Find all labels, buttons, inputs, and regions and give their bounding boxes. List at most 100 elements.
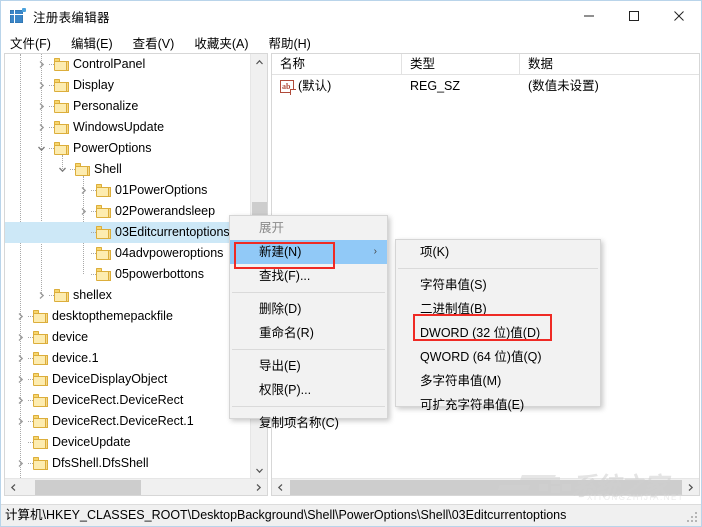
tree-item[interactable]: DfsShell.DfsShell [5,453,251,474]
scroll-down-icon[interactable] [251,462,267,479]
tree-item-label: WindowsUpdate [73,120,165,134]
tree-item[interactable]: device.1 [5,348,251,369]
column-header-type[interactable]: 类型 [402,54,520,74]
context-menu-item[interactable]: 导出(E) [230,354,387,378]
chevron-right-icon[interactable] [76,180,90,201]
folder-icon [96,184,111,197]
tree-item-label: 04advpoweroptions [115,246,224,260]
minimize-button[interactable] [566,1,611,31]
chevron-right-icon[interactable] [13,327,27,348]
submenu-item[interactable]: 多字符串值(M) [396,369,600,393]
folder-icon [54,79,69,92]
chevron-right-icon[interactable] [13,390,27,411]
folder-icon [33,331,48,344]
value-data: (数值未设置) [528,79,599,93]
submenu-item[interactable]: 二进制值(B) [396,297,600,321]
chevron-right-icon[interactable] [34,285,48,306]
chevron-right-icon[interactable] [34,96,48,117]
scroll-right-icon[interactable] [250,479,267,495]
column-header-data[interactable]: 数据 [520,54,699,74]
chevron-right-icon[interactable] [13,411,27,432]
submenu-item[interactable]: QWORD (64 位)值(Q) [396,345,600,369]
folder-icon [54,289,69,302]
context-menu[interactable]: 展开 新建(N) › 查找(F)... 删除(D) 重命名(R) 导出(E) 权限(P)...… [229,215,388,430]
menu-edit[interactable]: 编辑(E) [71,33,113,52]
menu-favorites[interactable]: 收藏夹(A) [194,33,248,52]
registry-path: 计算机\HKEY_CLASSES_ROOT\DesktopBackground\… [5,508,567,522]
tree-item[interactable]: DeviceRect.DeviceRect [5,390,251,411]
context-menu-item[interactable]: 权限(P)... [230,378,387,402]
tree-item-label: DfsShell.DfsShell [52,456,149,470]
resize-grip[interactable] [687,512,699,524]
chevron-right-icon[interactable] [13,369,27,390]
folder-icon [54,58,69,71]
context-menu-item[interactable]: 查找(F)... [230,264,387,288]
tree-item[interactable]: ControlPanel [5,54,251,75]
context-menu-item[interactable]: 新建(N) › [230,240,387,264]
maximize-button[interactable] [611,1,656,31]
tree-item[interactable]: 05powerbottons [5,264,251,285]
registry-tree[interactable]: ControlPanel Display Personalize WindowsUpd… [5,54,251,479]
menu-view[interactable]: 查看(V) [133,33,175,52]
tree-item-label: PowerOptions [73,141,152,155]
menu-bar: 文件(F) 编辑(E) 查看(V) 收藏夹(A) 帮助(H) [1,31,701,53]
context-menu-item-label: 查找(F)... [259,269,311,283]
close-button[interactable] [656,1,701,31]
folder-icon [96,226,111,239]
chevron-right-icon[interactable] [13,348,27,369]
column-header-name[interactable]: 名称 [272,54,402,74]
tree-item[interactable]: 04advpoweroptions [5,243,251,264]
tree-item[interactable]: Personalize [5,96,251,117]
tree-item-label: device.1 [52,351,99,365]
tree-horizontal-scrollbar[interactable] [5,478,267,495]
chevron-right-icon[interactable] [34,54,48,75]
scroll-up-icon[interactable] [251,54,267,71]
tree-item[interactable]: 03Editcurrentoptions [5,222,251,243]
tree-item[interactable]: PowerOptions [5,138,251,159]
submenu-item[interactable]: 项(K) [396,240,600,264]
values-scroll-right-icon[interactable] [682,479,699,495]
tree-item[interactable]: Shell [5,159,251,180]
tree-item[interactable]: shellex [5,285,251,306]
values-horizontal-scrollbar[interactable] [272,478,699,495]
values-hscroll-thumb[interactable] [290,480,682,495]
context-menu-item[interactable]: 删除(D) [230,297,387,321]
tree-item[interactable]: Display [5,75,251,96]
context-menu-item-label: 新建(N) [259,245,302,259]
tree-item[interactable]: device [5,327,251,348]
chevron-down-icon[interactable] [34,138,48,159]
folder-icon [54,121,69,134]
submenu-item[interactable]: 可扩充字符串值(E) [396,393,600,417]
tree-hscroll-thumb[interactable] [35,480,141,495]
table-row[interactable]: ab (默认) REG_SZ (数值未设置) [272,76,699,97]
menu-help[interactable]: 帮助(H) [268,33,310,52]
context-menu-item[interactable]: 重命名(R) [230,321,387,345]
tree-item-label: desktopthemepackfile [52,309,173,323]
tree-item[interactable]: DeviceRect.DeviceRect.1 [5,411,251,432]
menu-file[interactable]: 文件(F) [10,33,51,52]
window-controls [566,1,701,31]
chevron-right-icon[interactable] [76,201,90,222]
new-submenu[interactable]: 项(K) 字符串值(S) 二进制值(B) DWORD (32 位)值(D) QWORD … [395,239,601,412]
tree-item-label: 02Powerandsleep [115,204,216,218]
tree-item[interactable]: 02Powerandsleep [5,201,251,222]
chevron-right-icon[interactable] [13,453,27,474]
tree-item[interactable]: desktopthemepackfile [5,306,251,327]
folder-icon [96,268,111,281]
tree-item[interactable]: WindowsUpdate [5,117,251,138]
chevron-right-icon[interactable] [34,75,48,96]
values-scroll-left-icon[interactable] [272,479,289,495]
submenu-item[interactable]: DWORD (32 位)值(D) [396,321,600,345]
window-title: 注册表编辑器 [33,10,110,25]
value-name: (默认) [298,79,332,93]
scroll-left-icon[interactable] [5,479,22,495]
context-menu-item[interactable]: 复制项名称(C) [230,411,387,435]
registry-editor-window: 注册表编辑器 文件(F) 编辑(E) 查看(V) 收藏夹(A) 帮助(H) Co… [0,0,702,527]
tree-item[interactable]: DeviceDisplayObject [5,369,251,390]
tree-item[interactable]: 01PowerOptions [5,180,251,201]
chevron-right-icon[interactable] [34,117,48,138]
tree-item[interactable]: DeviceUpdate [5,432,251,453]
chevron-down-icon[interactable] [55,159,69,180]
chevron-right-icon[interactable] [13,306,27,327]
submenu-item[interactable]: 字符串值(S) [396,273,600,297]
